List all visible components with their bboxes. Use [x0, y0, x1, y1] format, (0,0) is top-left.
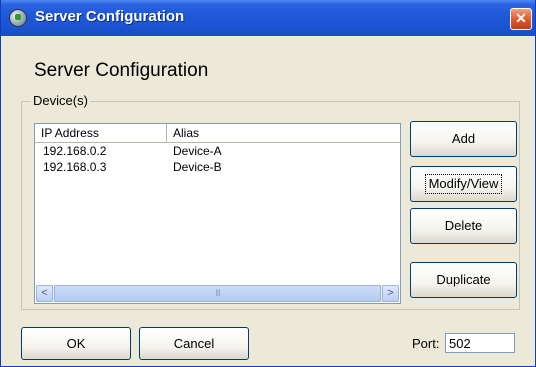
column-header-alias[interactable]: Alias	[167, 124, 400, 142]
list-header: IP Address Alias	[35, 124, 400, 143]
close-icon: ✕	[515, 10, 527, 26]
scroll-right-button[interactable]: >	[382, 285, 399, 302]
scroll-left-button[interactable]: <	[36, 285, 53, 302]
table-row[interactable]: 192.168.0.2 Device-A	[35, 144, 400, 159]
modify-view-label: Modify/View	[424, 174, 503, 194]
ip-address-cell: 192.168.0.3	[43, 160, 107, 174]
table-row[interactable]: 192.168.0.3 Device-B	[35, 160, 400, 175]
cancel-button[interactable]: Cancel	[139, 327, 249, 360]
devices-group-label: Device(s)	[31, 93, 90, 108]
alias-cell: Device-B	[173, 160, 222, 174]
scroll-right-icon: >	[387, 287, 394, 299]
scroll-left-icon: <	[41, 287, 48, 299]
page-title: Server Configuration	[34, 60, 209, 81]
column-header-ip-address[interactable]: IP Address	[35, 124, 167, 142]
port-label: Port:	[412, 336, 440, 351]
server-configuration-dialog: Server Configuration ✕ Server Configurat…	[0, 0, 536, 367]
close-button[interactable]: ✕	[510, 8, 532, 30]
scrollbar-thumb[interactable]: III	[54, 285, 381, 302]
device-list[interactable]: IP Address Alias 192.168.0.2 Device-A 19…	[34, 123, 401, 304]
modify-view-button[interactable]: Modify/View	[410, 166, 517, 202]
duplicate-button[interactable]: Duplicate	[410, 262, 517, 298]
horizontal-scrollbar[interactable]: < III >	[36, 285, 399, 302]
scrollbar-grip: III	[215, 288, 220, 298]
port-input[interactable]	[445, 333, 515, 353]
ip-address-cell: 192.168.0.2	[43, 144, 107, 158]
ok-button[interactable]: OK	[21, 327, 131, 360]
add-button[interactable]: Add	[410, 121, 517, 157]
app-icon	[9, 9, 27, 27]
alias-cell: Device-A	[173, 144, 222, 158]
delete-button[interactable]: Delete	[410, 208, 517, 244]
window-title: Server Configuration	[35, 8, 185, 25]
title-bar[interactable]: Server Configuration ✕	[1, 0, 535, 36]
